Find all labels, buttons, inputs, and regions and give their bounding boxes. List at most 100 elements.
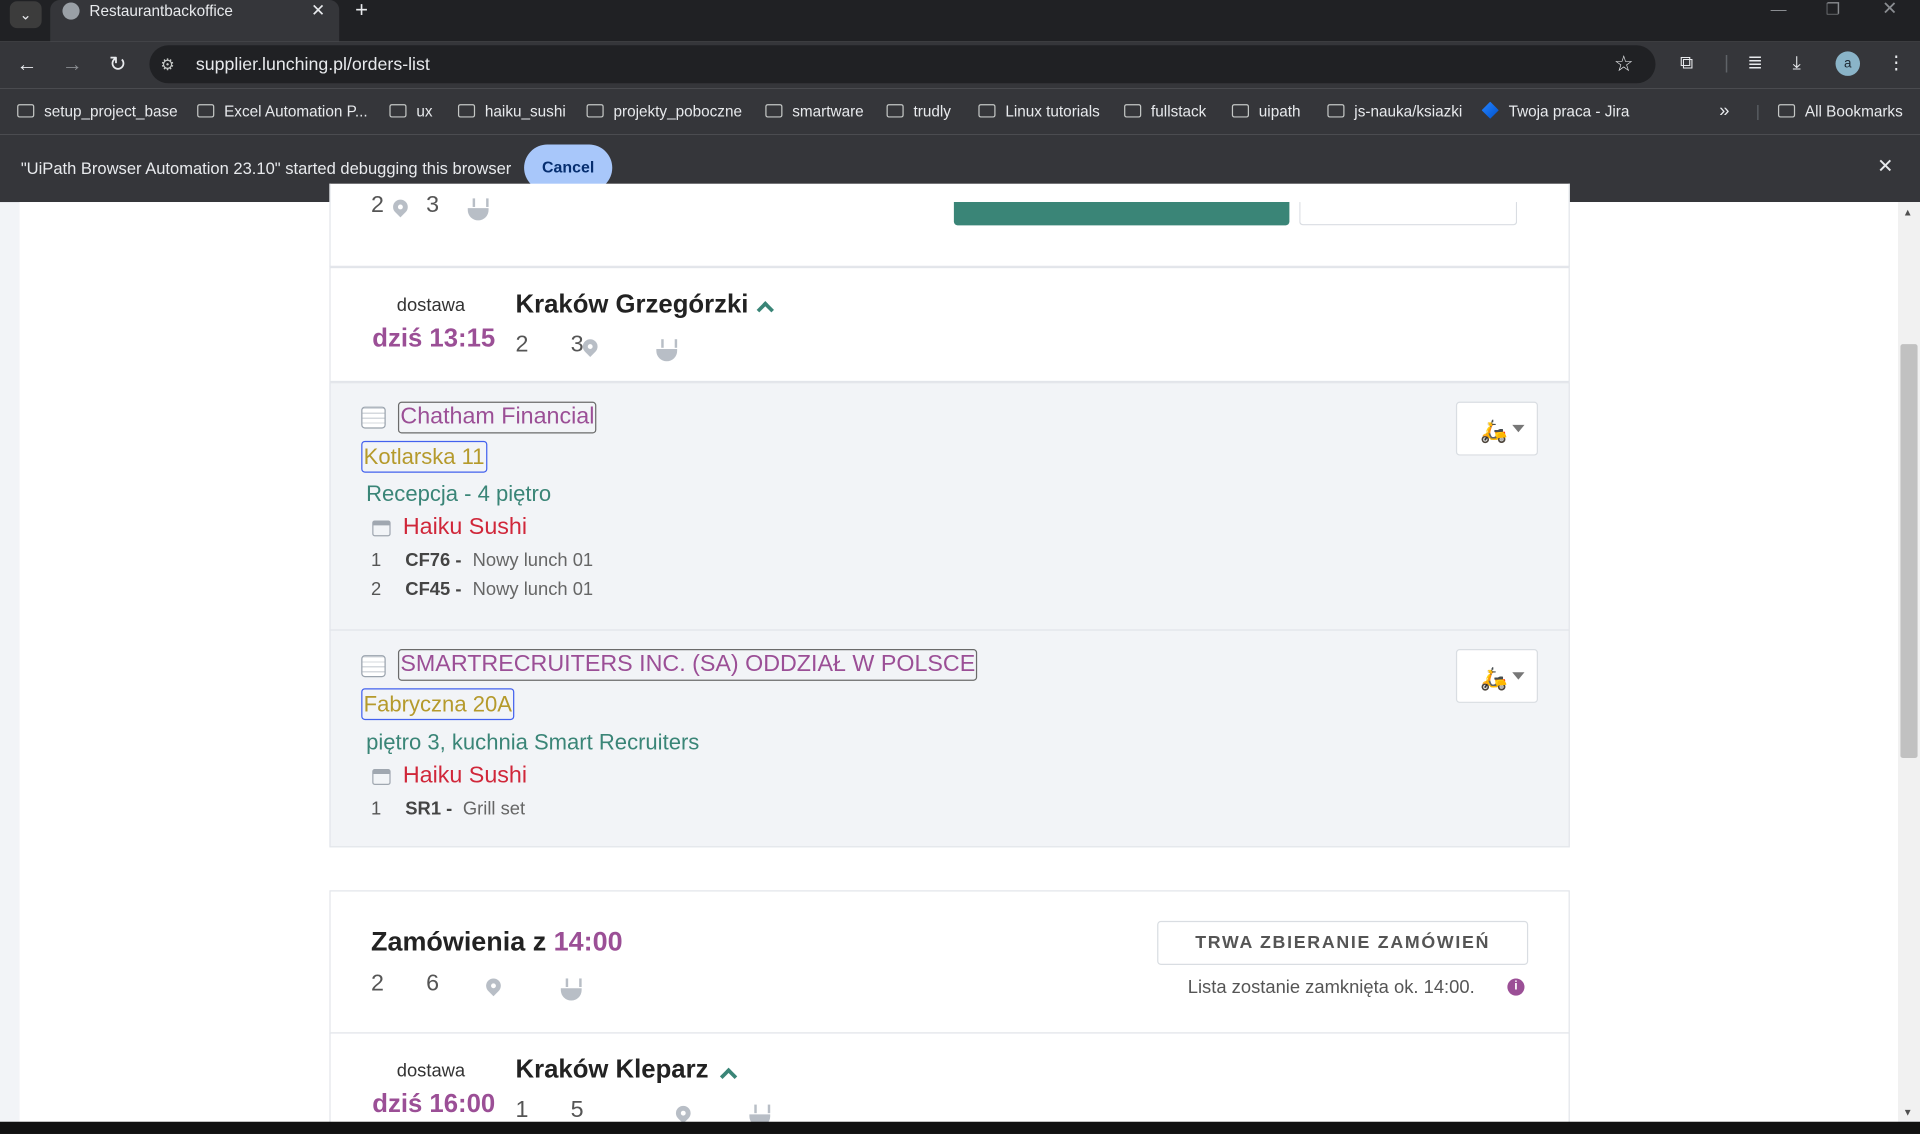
menu-kebab-icon[interactable]: ⋮	[1887, 53, 1905, 75]
delivery-place: piętro 3, kuchnia Smart Recruiters	[366, 729, 700, 755]
scooter-icon: 🛵	[1480, 418, 1508, 444]
bookmarks-overflow-icon[interactable]: »	[1719, 100, 1729, 122]
folder-icon	[1327, 104, 1345, 118]
all-bookmarks[interactable]: All Bookmarks	[1777, 100, 1903, 122]
delivery-area[interactable]: Kraków Kleparz	[516, 1056, 709, 1085]
company-name[interactable]: SMARTRECRUITERS INC. (SA) ODDZIAŁ W POLS…	[397, 649, 978, 681]
jira-icon	[1481, 101, 1499, 119]
bookmark-item[interactable]: smartware	[765, 100, 864, 122]
taskbar-edge	[0, 1121, 1920, 1134]
item-name: Nowy lunch 01	[472, 549, 594, 571]
bookmark-item[interactable]: ux	[389, 100, 432, 122]
street-address[interactable]: Kotlarska 11	[361, 440, 488, 473]
site-info-icon[interactable]: ⚙	[160, 54, 174, 76]
item-code: CF76 -	[405, 549, 462, 571]
group-location-count: 1	[515, 1097, 529, 1123]
scrollbar-thumb[interactable]	[1900, 344, 1918, 759]
tab-favicon-icon	[62, 2, 80, 20]
closing-note: Lista zostanie zamknięta ok. 14:00.	[1187, 977, 1475, 999]
delivery-group-header[interactable]	[329, 266, 1570, 383]
scroll-up-icon[interactable]: ▲	[1903, 207, 1913, 219]
forward-icon[interactable]: →	[56, 49, 88, 81]
bookmark-item[interactable]: Linux tutorials	[978, 100, 1100, 122]
delivery-area[interactable]: Kraków Grzegórzki	[516, 290, 749, 319]
infobar-close-icon[interactable]: ✕	[1877, 157, 1893, 179]
media-control-icon[interactable]: ≣	[1747, 53, 1762, 75]
item-qty: 2	[371, 579, 382, 601]
folder-icon	[197, 104, 215, 118]
item-name: Nowy lunch 01	[472, 579, 594, 601]
batch-meal-count: 6	[426, 971, 440, 997]
company-name[interactable]: Chatham Financial	[397, 401, 597, 434]
restore-icon[interactable]: ❐	[1826, 0, 1840, 20]
bookmark-item[interactable]: haiku_sushi	[457, 100, 566, 122]
profile-avatar[interactable]: a	[1835, 51, 1861, 76]
folder-icon	[886, 104, 904, 118]
restaurant-name: Haiku Sushi	[402, 514, 528, 541]
courier-assign-dropdown[interactable]: 🛵	[1455, 649, 1538, 703]
dropdown-caret-icon	[1512, 672, 1525, 680]
batch-location-count: 2	[371, 971, 384, 997]
bookmark-item[interactable]: uipath	[1231, 100, 1300, 122]
scroll-down-icon[interactable]: ▼	[1903, 1107, 1913, 1119]
url-text[interactable]: supplier.lunching.pl/orders-list	[196, 54, 430, 76]
close-window-icon[interactable]: ✕	[1882, 0, 1897, 20]
bookmarks-divider: |	[1755, 102, 1760, 121]
restaurant-store-icon	[372, 769, 391, 785]
download-icon[interactable]: ⤓	[1793, 53, 1801, 75]
collecting-orders-status-button[interactable]: TRWA ZBIERANIE ZAMÓWIEŃ	[1157, 920, 1529, 965]
new-tab-icon[interactable]: +	[355, 0, 368, 21]
debug-message: "UiPath Browser Automation 23.10" starte…	[20, 159, 512, 178]
info-icon[interactable]: i	[1507, 978, 1525, 996]
batch-time: 14:00	[553, 925, 623, 957]
item-qty: 1	[371, 549, 382, 571]
reload-icon[interactable]: ↻	[102, 49, 134, 81]
delivery-time: dziś 16:00	[372, 1089, 496, 1119]
bookmark-item[interactable]: Twoja praca - Jira	[1481, 100, 1629, 122]
street-address[interactable]: Fabryczna 20A	[361, 688, 515, 721]
batch-location-count: 2	[371, 192, 384, 218]
folder-icon	[1777, 104, 1796, 118]
group-location-count: 2	[515, 331, 529, 358]
primary-action-button[interactable]	[953, 202, 1290, 226]
delivery-label: dostawa	[396, 1060, 466, 1082]
item-code: SR1 -	[405, 798, 453, 820]
bookmark-star-icon[interactable]: ☆	[1614, 51, 1634, 75]
dropdown-caret-icon	[1512, 424, 1525, 433]
tab-title[interactable]: Restaurantbackoffice	[89, 1, 233, 21]
folder-icon	[457, 104, 476, 118]
item-qty: 1	[371, 798, 382, 820]
group-meal-count: 5	[570, 1097, 584, 1123]
tab-search-chevron-icon[interactable]: ⌄	[9, 1, 42, 29]
bookmark-item[interactable]: setup_project_base	[17, 100, 178, 122]
group-meal-count: 3	[570, 331, 584, 358]
delivery-time: dziś 13:15	[372, 324, 496, 353]
company-building-icon	[361, 655, 386, 678]
delivery-label: dostawa	[396, 295, 466, 316]
extensions-icon[interactable]: ⧉	[1680, 53, 1693, 75]
folder-icon	[389, 104, 407, 118]
bookmark-item[interactable]: fullstack	[1124, 100, 1206, 122]
tab-close-icon[interactable]: ✕	[311, 0, 325, 20]
minimize-icon[interactable]: —	[1771, 0, 1787, 20]
folder-icon	[17, 104, 35, 118]
folder-icon	[1231, 104, 1249, 118]
folder-icon	[765, 104, 783, 118]
company-building-icon	[361, 406, 386, 429]
toolbar-divider: |	[1724, 52, 1729, 74]
bookmark-item[interactable]: projekty_poboczne	[586, 100, 742, 122]
secondary-action-button[interactable]	[1299, 202, 1518, 226]
courier-assign-dropdown[interactable]: 🛵	[1455, 401, 1538, 456]
delivery-place: Recepcja - 4 piętro	[366, 481, 552, 506]
item-name: Grill set	[462, 798, 526, 820]
scooter-icon: 🛵	[1480, 666, 1508, 691]
folder-icon	[978, 104, 996, 118]
bookmark-item[interactable]: Excel Automation P...	[197, 100, 368, 122]
back-icon[interactable]: ←	[11, 49, 43, 81]
restaurant-name: Haiku Sushi	[402, 762, 528, 789]
restaurant-store-icon	[372, 520, 391, 537]
bookmark-item[interactable]: js-nauka/ksiazki	[1327, 100, 1462, 122]
folder-icon	[1124, 104, 1142, 118]
folder-icon	[586, 104, 604, 118]
bookmark-item[interactable]: trudly	[886, 100, 951, 122]
